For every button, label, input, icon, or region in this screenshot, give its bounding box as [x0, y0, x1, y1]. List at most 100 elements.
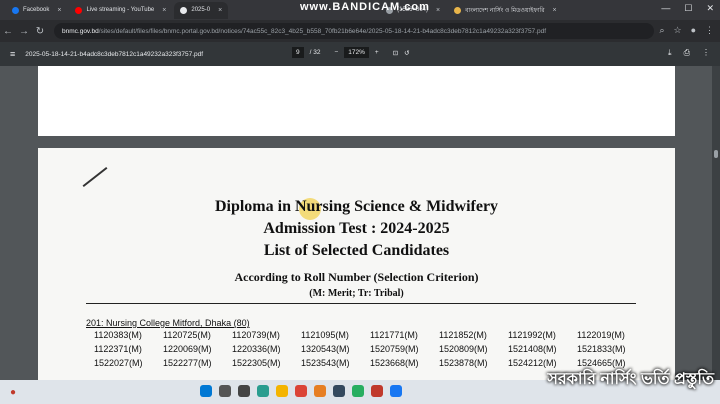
tab-label: Live streaming - YouTube: [86, 7, 155, 13]
menu-icon[interactable]: ⋮: [705, 25, 714, 36]
address-bar: ← → ↻ bnmc.gov.bd /sites/default/files/f…: [0, 20, 720, 42]
fit-page-icon[interactable]: ⊡: [393, 49, 398, 57]
roll-number: 1522027(M): [94, 358, 143, 368]
page-number-input[interactable]: 9: [292, 47, 304, 58]
facebook-icon: [12, 6, 19, 14]
recording-watermark: www.BANDICAM.com: [300, 1, 430, 13]
pdf-icon: [180, 6, 188, 14]
roll-number: 1121095(M): [301, 330, 349, 340]
tab-bnmc[interactable]: বাংলাদেশ নার্সিং ও মিডওয়াইফারি ×: [448, 2, 563, 19]
pdf-title: 2025-05-18-14-21-b4adc8c3deb7812c1a49232…: [25, 50, 204, 58]
minimize-icon[interactable]: —: [661, 3, 670, 14]
roll-number: 1220336(M): [232, 344, 281, 354]
roll-number: 1121771(M): [370, 330, 418, 340]
bnmc-icon: [454, 6, 462, 14]
browser-actions: ⌕ ☆ ● ⋮: [659, 25, 714, 36]
scrollbar[interactable]: [712, 66, 720, 380]
youtube-icon: [75, 6, 83, 14]
zoom-level[interactable]: 172%: [344, 47, 369, 58]
roll-number: 1121992(M): [508, 330, 556, 340]
search-icon[interactable]: [219, 385, 231, 397]
pdf-page: Diploma in Nursing Science & Midwifery A…: [38, 148, 675, 380]
task-view-icon[interactable]: [238, 385, 250, 397]
print-icon[interactable]: ⎙: [684, 48, 690, 58]
close-icon[interactable]: ×: [218, 7, 222, 14]
roll-number: 1520759(M): [370, 344, 419, 354]
doc-title-line1: Diploma in Nursing Science & Midwifery: [214, 198, 499, 215]
firefox-icon[interactable]: [314, 385, 326, 397]
forward-icon[interactable]: →: [16, 26, 32, 37]
roll-number: 1120739(M): [232, 330, 280, 340]
rotate-icon[interactable]: ↺: [404, 49, 409, 57]
roll-number: 1523543(M): [301, 358, 350, 368]
tab-facebook[interactable]: Facebook ×: [6, 2, 67, 19]
roll-number: 1521833(M): [577, 344, 626, 354]
video-caption: সরকারি নার্সিং ভর্তি প্রস্তুতি: [547, 371, 714, 388]
tab-youtube[interactable]: Live streaming - YouTube ×: [69, 2, 172, 19]
download-icon[interactable]: ⤓: [668, 48, 672, 58]
back-icon[interactable]: ←: [0, 26, 16, 37]
taskbar-apps: [200, 385, 402, 397]
tab-pdf[interactable]: 2025-0 ×: [174, 1, 229, 19]
roll-number: 1523668(M): [370, 358, 419, 368]
profile-icon[interactable]: ●: [691, 25, 696, 36]
close-icon[interactable]: ×: [57, 7, 61, 14]
scrollbar-thumb[interactable]: [714, 150, 718, 158]
edge-icon[interactable]: [257, 385, 269, 397]
maximize-icon[interactable]: ☐: [684, 3, 692, 14]
more-icon[interactable]: ⋮: [702, 48, 710, 58]
tab-label: বাংলাদেশ নার্সিং ও মিডওয়াইফারি: [465, 7, 545, 14]
reload-icon[interactable]: ↻: [32, 26, 48, 37]
doc-title-line3: List of Selected Candidates: [263, 242, 450, 259]
roll-number: 1320543(M): [301, 344, 350, 354]
close-window-icon[interactable]: ✕: [706, 3, 714, 14]
page-total: / 32: [309, 49, 321, 56]
close-icon[interactable]: ×: [162, 7, 166, 14]
roll-number: 1523878(M): [439, 358, 488, 368]
roll-number: 1120383(M): [94, 330, 142, 340]
file-explorer-icon[interactable]: [276, 385, 288, 397]
url-field[interactable]: bnmc.gov.bd /sites/default/files/files/b…: [54, 23, 654, 39]
table-row: 1120383(M) 1120725(M) 1120739(M) 1121095(M)…: [94, 330, 654, 344]
table-row: 1122371(M) 1220069(M) 1220336(M) 1320543(M)…: [94, 344, 654, 358]
search-icon[interactable]: ⌕: [659, 25, 664, 36]
app-icon[interactable]: [352, 385, 364, 397]
pen-mark: [82, 166, 108, 188]
roll-number: 1522305(M): [232, 358, 281, 368]
menu-icon[interactable]: ≡: [10, 49, 15, 59]
doc-legend: (M: Merit; Tr: Tribal): [309, 288, 404, 299]
close-icon[interactable]: ×: [553, 7, 557, 14]
pdf-page-previous: [38, 66, 675, 136]
section-heading: 201: Nursing College Mitford, Dhaka (80): [86, 318, 250, 328]
weather-icon[interactable]: ●: [10, 387, 16, 398]
roll-number: 1121852(M): [439, 330, 487, 340]
url-host: bnmc.gov.bd: [62, 27, 99, 35]
doc-subtitle: According to Roll Number (Selection Crit…: [234, 270, 479, 284]
zoom-out-icon[interactable]: −: [334, 49, 338, 56]
roll-number: 1520809(M): [439, 344, 488, 354]
record-icon[interactable]: [371, 385, 383, 397]
roll-number: 1220069(M): [163, 344, 212, 354]
pdf-actions: ⤓ ⎙ ⋮: [668, 48, 710, 58]
zoom-in-icon[interactable]: +: [375, 49, 379, 56]
roll-number: 1521408(M): [508, 344, 557, 354]
pdf-toolbar: ≡ 2025-05-18-14-21-b4adc8c3deb7812c1a492…: [0, 42, 720, 66]
star-icon[interactable]: ☆: [673, 25, 681, 36]
roll-number: 1122019(M): [577, 330, 625, 340]
app-icon[interactable]: [333, 385, 345, 397]
doc-title-line2: Admission Test : 2024-2025: [263, 220, 450, 237]
url-path: /sites/default/files/files/bnmc.portal.g…: [98, 27, 547, 35]
roll-number: 1120725(M): [163, 330, 211, 340]
tab-label: 2025-0: [191, 7, 211, 13]
chrome-icon[interactable]: [295, 385, 307, 397]
divider: [86, 303, 636, 304]
roll-number: 1122371(M): [94, 344, 142, 354]
pdf-page-controls: 9 / 32 − 172% + ⊡ ↺: [292, 47, 410, 58]
window-controls: — ☐ ✕: [661, 3, 714, 14]
roll-number: 1522277(M): [163, 358, 212, 368]
messenger-icon[interactable]: [390, 385, 402, 397]
close-icon[interactable]: ×: [436, 7, 440, 14]
pdf-viewer[interactable]: Diploma in Nursing Science & Midwifery A…: [0, 66, 720, 380]
windows-start-icon[interactable]: [200, 385, 212, 397]
tab-label: Facebook: [23, 7, 50, 13]
